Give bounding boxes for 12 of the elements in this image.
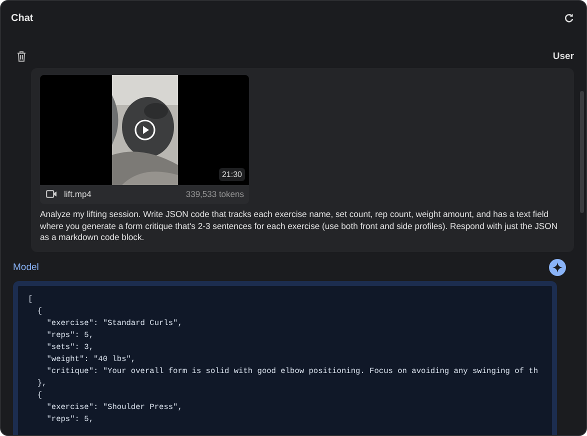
role-label: User	[552, 50, 574, 62]
refresh-icon[interactable]	[564, 13, 574, 23]
prompt-text: Analyze my lifting session. Write JSON code that tracks each exercise name, set count, rep count, weight amount, and has a text field where you generate a form critique that's 2-3 sentences for each exercise (use both front and side profiles). Respond with just the JSON as a markdown code block.	[40, 209, 559, 244]
play-icon[interactable]	[134, 119, 156, 141]
token-count: 339,533 tokens	[186, 189, 244, 199]
video-icon	[46, 190, 57, 198]
video-duration: 21:30	[218, 168, 245, 181]
sparkle-icon	[549, 259, 566, 276]
file-name: lift.mp4	[64, 189, 92, 199]
role-label: Model	[13, 262, 39, 273]
trash-icon[interactable]	[17, 50, 26, 62]
panel-title: Chat	[11, 12, 34, 24]
